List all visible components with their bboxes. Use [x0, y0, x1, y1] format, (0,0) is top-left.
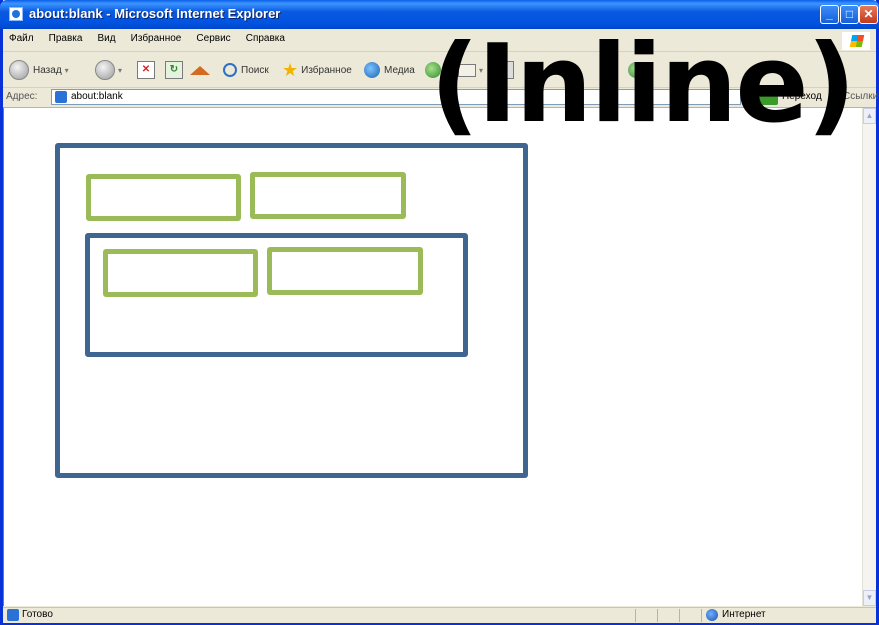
back-button[interactable]: Назад ▾: [9, 59, 69, 81]
inline-box-1: [86, 174, 241, 221]
back-arrow-icon: [9, 60, 29, 80]
status-page-icon: [7, 609, 19, 621]
zone-label: Интернет: [722, 609, 766, 620]
back-dropdown-icon[interactable]: ▾: [65, 66, 69, 75]
stop-button[interactable]: ✕: [137, 59, 155, 81]
menu-favorites[interactable]: Избранное: [125, 30, 188, 44]
status-divider: [679, 609, 680, 622]
status-bar: Готово Интернет: [3, 607, 876, 623]
forward-dropdown-icon[interactable]: ▾: [118, 66, 122, 75]
scroll-up-icon[interactable]: ▲: [863, 108, 876, 124]
forward-button[interactable]: ▾: [95, 59, 122, 81]
inline-box-2: [250, 172, 406, 219]
refresh-button[interactable]: ↻: [165, 59, 183, 81]
favorites-star-icon: ★: [282, 60, 299, 80]
stop-icon: ✕: [137, 61, 155, 79]
back-label: Назад: [33, 64, 62, 76]
inline-box-3: [103, 249, 258, 297]
search-button[interactable]: Поиск: [223, 59, 269, 81]
menu-tools[interactable]: Сервис: [190, 30, 236, 44]
menu-view[interactable]: Вид: [92, 30, 122, 44]
address-value: about:blank: [71, 91, 123, 102]
scroll-down-icon[interactable]: ▼: [863, 590, 876, 606]
close-button[interactable]: ✕: [859, 5, 878, 24]
home-icon: [190, 65, 210, 75]
menu-edit[interactable]: Правка: [43, 30, 89, 44]
ie-page-icon: [9, 7, 23, 21]
media-label: Медиа: [384, 64, 415, 76]
media-globe-icon: [364, 62, 380, 78]
status-divider: [635, 609, 636, 622]
status-text: Готово: [22, 609, 53, 620]
home-button[interactable]: [190, 59, 210, 81]
page-icon: [55, 91, 67, 103]
search-icon: [223, 63, 237, 77]
menu-file[interactable]: Файл: [3, 30, 40, 44]
status-divider: [701, 609, 702, 622]
favorites-label: Избранное: [301, 64, 352, 76]
search-label: Поиск: [241, 64, 269, 76]
window-title: about:blank - Microsoft Internet Explore…: [29, 6, 281, 21]
internet-zone-icon: [706, 609, 718, 621]
inline-heading-overlay: (Inline): [430, 22, 856, 147]
favorites-button[interactable]: ★ Избранное: [282, 59, 352, 81]
refresh-icon: ↻: [165, 61, 183, 79]
media-button[interactable]: Медиа: [364, 59, 415, 81]
menu-help[interactable]: Справка: [240, 30, 291, 44]
forward-arrow-icon: [95, 60, 115, 80]
page-content: [3, 108, 862, 606]
address-label: Адрес:: [6, 91, 38, 102]
status-divider: [657, 609, 658, 622]
inline-box-4: [267, 247, 423, 295]
vertical-scrollbar[interactable]: ▲ ▼: [862, 108, 876, 606]
